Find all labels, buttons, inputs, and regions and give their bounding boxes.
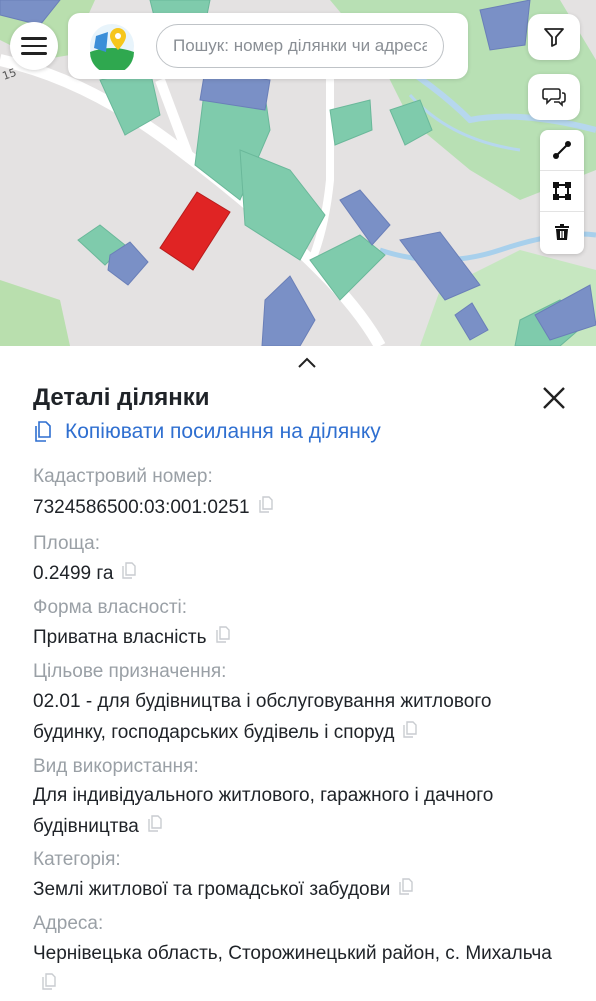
- copy-icon[interactable]: [402, 718, 418, 749]
- field-label-purpose: Цільове призначення:: [33, 661, 227, 682]
- field-value-area: 0.2499 га: [33, 558, 553, 590]
- usage-value: Для індивідуального житлового, гаражного…: [33, 785, 494, 837]
- copy-icon[interactable]: [398, 875, 414, 906]
- copy-link-label: Копіювати посилання на ділянку: [65, 420, 381, 443]
- copy-icon[interactable]: [121, 559, 137, 590]
- panel-title: Деталі ділянки: [33, 384, 210, 411]
- draw-line-button[interactable]: [540, 130, 584, 171]
- draw-tools: [540, 130, 584, 254]
- draw-polygon-button[interactable]: [540, 171, 584, 212]
- category-value: Землі житлової та громадської забудови: [33, 879, 391, 900]
- menu-button[interactable]: [10, 22, 58, 70]
- cadastral-number: 7324586500:03:001:0251: [33, 497, 250, 518]
- copy-icon[interactable]: [41, 970, 57, 1001]
- address-value: Чернівецька область, Сторожинецький райо…: [33, 943, 552, 964]
- menu-line: [21, 44, 47, 48]
- app-logo-icon[interactable]: [88, 22, 136, 74]
- close-icon[interactable]: [540, 384, 568, 412]
- delete-drawing-button[interactable]: [540, 212, 584, 252]
- polygon-tool-icon: [553, 182, 571, 200]
- area-value: 0.2499 га: [33, 563, 114, 584]
- menu-line: [21, 37, 47, 40]
- copy-icon[interactable]: [147, 812, 163, 843]
- field-value-address: Чернівецька область, Сторожинецький райо…: [33, 938, 553, 1001]
- copy-link-button[interactable]: Копіювати посилання на ділянку: [33, 420, 381, 444]
- field-value-cadastral: 7324586500:03:001:0251: [33, 492, 553, 524]
- copy-icon[interactable]: [215, 623, 231, 654]
- filter-button[interactable]: [528, 14, 580, 60]
- selected-parcel[interactable]: [159, 191, 231, 271]
- field-value-category: Землі житлової та громадської забудови: [33, 874, 553, 906]
- copy-icon: [35, 421, 51, 442]
- menu-line: [21, 52, 47, 55]
- field-label-address: Адреса:: [33, 913, 104, 934]
- chat-icon: [542, 88, 566, 107]
- field-label-category: Категорія:: [33, 849, 121, 870]
- feedback-button[interactable]: [528, 74, 580, 120]
- line-tool-icon: [553, 141, 571, 159]
- trash-icon: [555, 224, 569, 240]
- field-label-usage: Вид використання:: [33, 756, 199, 777]
- field-value-purpose: 02.01 - для будівництва і обслуговування…: [33, 686, 553, 749]
- field-label-ownership: Форма власності:: [33, 597, 188, 618]
- field-value-ownership: Приватна власність: [33, 622, 553, 654]
- field-label-area: Площа:: [33, 533, 101, 554]
- filter-icon: [544, 28, 564, 47]
- ownership-value: Приватна власність: [33, 627, 207, 648]
- field-value-usage: Для індивідуального житлового, гаражного…: [33, 780, 553, 843]
- copy-icon[interactable]: [258, 493, 274, 524]
- search-input[interactable]: [156, 24, 444, 68]
- chevron-up-icon[interactable]: [296, 356, 318, 370]
- purpose-value: 02.01 - для будівництва і обслуговування…: [33, 691, 492, 743]
- field-label-cadastral: Кадастровий номер:: [33, 466, 213, 487]
